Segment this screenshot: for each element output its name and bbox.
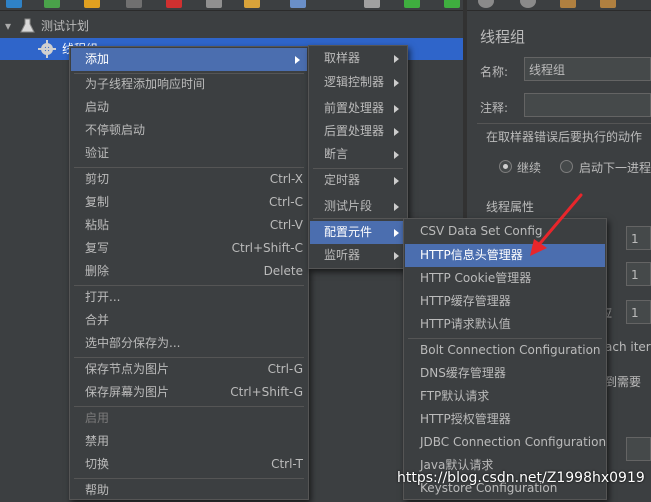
save-icon[interactable]	[84, 0, 100, 8]
menu-item-add[interactable]: 添加	[71, 48, 307, 71]
menu-item-save-screen-image[interactable]: 保存屏幕为图片 Ctrl+Shift-G	[71, 381, 307, 404]
name-field[interactable]: 线程组	[524, 57, 651, 81]
menu-item-add-response-time[interactable]: 为子线程添加响应时间	[71, 73, 307, 96]
toggle-icon[interactable]	[364, 0, 380, 8]
submenu-item-post-processor[interactable]: 后置处理器	[310, 120, 406, 143]
config-item-http-cache-manager[interactable]: HTTP缓存管理器	[405, 290, 605, 313]
config-item-http-auth-manager[interactable]: HTTP授权管理器	[405, 408, 605, 431]
panel-title: 线程组	[480, 28, 526, 46]
name-label: 名称:	[480, 65, 509, 79]
error-action-label: 在取样器错误后要执行的动作	[486, 130, 643, 144]
tree-node-label: 测试计划	[41, 19, 90, 33]
submenu-arrow-icon	[394, 151, 399, 159]
submenu-arrow-icon	[394, 128, 399, 136]
menu-item-merge[interactable]: 合并	[71, 309, 307, 332]
delay-thread-label: 到需要	[605, 375, 642, 389]
clear-icon[interactable]	[560, 0, 576, 8]
submenu-arrow-icon	[394, 105, 399, 113]
gear-icon	[38, 40, 56, 58]
menu-item-save-selection-as[interactable]: 选中部分保存为...	[71, 332, 307, 355]
menu-item-paste[interactable]: 粘贴 Ctrl-V	[71, 214, 307, 237]
paste-icon[interactable]	[244, 0, 260, 8]
submenu-item-logic-controller[interactable]: 逻辑控制器	[310, 71, 406, 94]
stop-icon[interactable]	[478, 0, 494, 8]
menu-item-enable: 启用	[85, 411, 110, 425]
config-item-dns-cache-manager[interactable]: DNS缓存管理器	[405, 362, 605, 385]
toolbar	[0, 0, 651, 11]
start-icon[interactable]	[404, 0, 420, 8]
save-as-icon[interactable]	[126, 0, 142, 8]
menu-item-help[interactable]: 帮助	[71, 479, 307, 502]
cut-icon[interactable]	[166, 0, 182, 8]
submenu-item-pre-processor[interactable]: 前置处理器	[310, 97, 406, 120]
loop-count-field[interactable]: 1	[626, 300, 651, 324]
submenu-item-listener[interactable]: 监听器	[310, 244, 406, 267]
menu-item-disable[interactable]: 禁用	[71, 430, 307, 453]
comment-label: 注释:	[480, 101, 509, 115]
submenu-arrow-icon	[394, 203, 399, 211]
config-item-jdbc-connection[interactable]: JDBC Connection Configuration	[405, 431, 606, 454]
collapse-icon[interactable]: ▾	[5, 15, 11, 37]
submenu-arrow-icon	[394, 229, 399, 237]
menu-item-delete[interactable]: 删除 Delete	[71, 260, 307, 283]
menu-item-duplicate[interactable]: 复写 Ctrl+Shift-C	[71, 237, 307, 260]
open-icon[interactable]	[44, 0, 60, 8]
copy-icon[interactable]	[206, 0, 222, 8]
menu-item-copy[interactable]: 复制 Ctrl-C	[71, 191, 307, 214]
submenu-item-test-fragment[interactable]: 测试片段	[310, 195, 406, 218]
submenu-arrow-icon	[295, 56, 300, 64]
expand-icon[interactable]	[290, 0, 306, 8]
comment-field[interactable]	[524, 93, 651, 117]
menu-item-start[interactable]: 启动	[71, 96, 307, 119]
threads-count-field[interactable]: 1	[626, 226, 651, 250]
radio-next-loop-label: 启动下一进程	[579, 161, 651, 175]
clear-all-icon[interactable]	[600, 0, 616, 8]
new-icon[interactable]	[6, 0, 22, 8]
submenu-arrow-icon	[394, 177, 399, 185]
menu-item-open[interactable]: 打开...	[71, 286, 307, 309]
same-user-label: ach itera	[605, 340, 651, 354]
start-no-pause-icon[interactable]	[444, 0, 460, 8]
menu-item-cut[interactable]: 剪切 Ctrl-X	[71, 168, 307, 191]
radio-next-loop[interactable]	[560, 160, 573, 173]
config-item-bolt-connection[interactable]: Bolt Connection Configuration	[405, 339, 605, 362]
submenu-item-config-element[interactable]: 配置元件	[310, 221, 406, 244]
menu-item-start-no-pause[interactable]: 不停顿启动	[71, 119, 307, 142]
duration-field[interactable]	[626, 437, 651, 461]
divider	[477, 123, 651, 124]
context-menu: 添加 为子线程添加响应时间 启动 不停顿启动 验证 剪切 Ctrl-X 复制 Ctr…	[69, 46, 309, 500]
radio-continue-label: 继续	[517, 161, 542, 175]
menu-item-save-node-image[interactable]: 保存节点为图片 Ctrl-G	[71, 358, 307, 381]
submenu-item-sampler[interactable]: 取样器	[310, 47, 406, 70]
flask-icon	[20, 18, 35, 33]
config-item-http-cookie-manager[interactable]: HTTP Cookie管理器	[405, 267, 605, 290]
submenu-item-assertion[interactable]: 断言	[310, 143, 406, 166]
ramp-up-field[interactable]: 1	[626, 262, 651, 286]
menu-item-validate[interactable]: 验证	[71, 142, 307, 165]
radio-continue[interactable]	[499, 160, 512, 173]
annotation-arrow	[530, 193, 583, 256]
submenu-arrow-icon	[394, 252, 399, 260]
submenu-arrow-icon	[394, 55, 399, 63]
add-submenu: 取样器 逻辑控制器 前置处理器 后置处理器 断言 定时器 测试片段 配置元件 监…	[308, 45, 408, 269]
submenu-item-timer[interactable]: 定时器	[310, 169, 406, 192]
config-item-ftp-request-defaults[interactable]: FTP默认请求	[405, 385, 605, 408]
shutdown-icon[interactable]	[520, 0, 536, 8]
watermark-text: https://blog.csdn.net/Z1998hx0919	[397, 470, 645, 486]
menu-separator	[313, 218, 403, 219]
config-item-http-request-defaults[interactable]: HTTP请求默认值	[405, 313, 605, 336]
menu-item-toggle[interactable]: 切换 Ctrl-T	[71, 453, 307, 476]
submenu-arrow-icon	[394, 79, 399, 87]
